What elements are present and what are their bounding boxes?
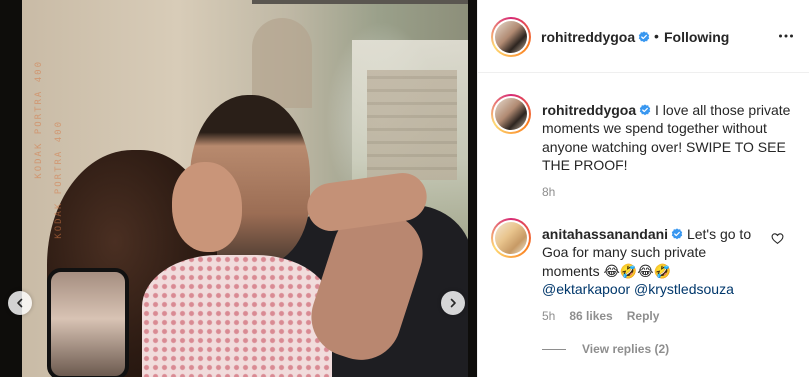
reply-button[interactable]: Reply <box>627 309 660 323</box>
view-replies-toggle[interactable]: View replies (2) <box>542 342 669 356</box>
following-button[interactable]: Following <box>664 29 729 45</box>
comment-meta: 5h 86 likes Reply <box>542 309 659 323</box>
comment-likes[interactable]: 86 likes <box>569 309 612 323</box>
author-username: rohitreddygoa <box>541 29 636 45</box>
previous-slide-button[interactable] <box>8 291 32 315</box>
mention-link[interactable]: @ektarkapoor <box>542 281 630 297</box>
caption-timestamp[interactable]: 8h <box>542 185 555 199</box>
film-watermark: KODAK PORTRA 400 <box>34 60 44 179</box>
commenter-avatar[interactable] <box>491 218 531 258</box>
chevron-right-icon <box>450 298 456 308</box>
caption-author-avatar[interactable] <box>491 94 531 134</box>
mention-link[interactable]: @krystledsouza <box>634 281 734 297</box>
author-username-link[interactable]: rohitreddygoa <box>541 29 650 45</box>
post-photo: KODAK PORTRA 400 KODAK PORTRA 400 <box>22 0 468 377</box>
comment-timestamp[interactable]: 5h <box>542 309 555 323</box>
verified-badge-icon <box>671 228 683 240</box>
verified-badge-icon <box>639 104 651 116</box>
caption-username[interactable]: rohitreddygoa <box>542 102 636 118</box>
heart-outline-icon[interactable] <box>771 232 784 245</box>
film-watermark-secondary: KODAK PORTRA 400 <box>54 120 64 239</box>
view-replies-label: View replies (2) <box>582 342 670 356</box>
post-sidebar: rohitreddygoa • Following rohitreddygoa … <box>477 0 809 377</box>
chevron-left-icon <box>17 298 23 308</box>
comment-text-block: anitahassanandani Let's go to Goa for ma… <box>542 225 767 298</box>
next-slide-button[interactable] <box>441 291 465 315</box>
more-options-icon[interactable] <box>778 28 794 44</box>
phone-in-photo <box>47 268 129 377</box>
post-media: KODAK PORTRA 400 KODAK PORTRA 400 <box>0 0 477 377</box>
replies-divider <box>542 348 566 350</box>
post-header: rohitreddygoa • Following <box>478 0 809 73</box>
author-avatar[interactable] <box>491 17 531 57</box>
header-separator: • <box>654 28 659 44</box>
verified-badge-icon <box>638 31 650 43</box>
commenter-username[interactable]: anitahassanandani <box>542 226 668 242</box>
caption-text-block: rohitreddygoa I love all those private m… <box>542 101 792 174</box>
